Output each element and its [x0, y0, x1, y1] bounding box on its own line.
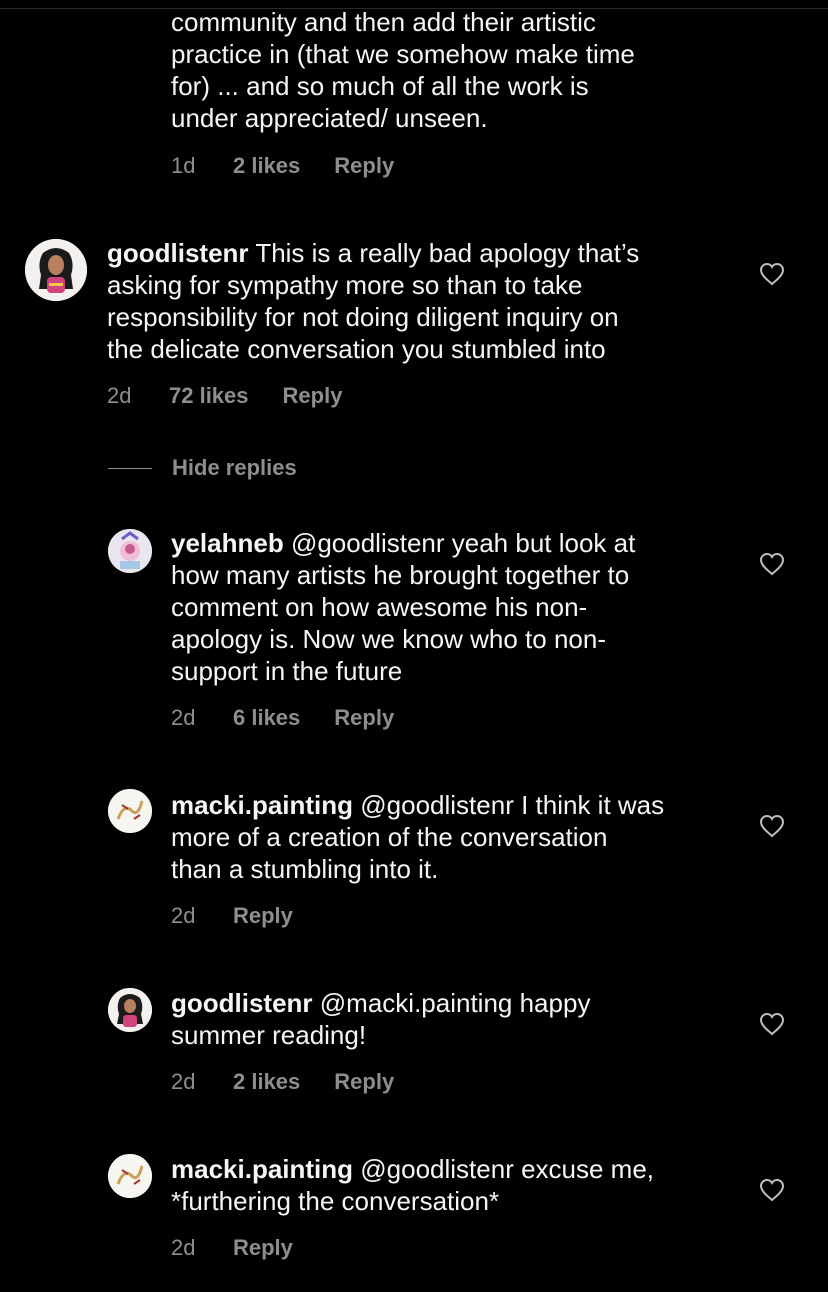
- timestamp: 2d: [171, 705, 196, 730]
- comment-meta: 2d 72 likes Reply: [107, 383, 342, 409]
- comment-text: macki.painting @goodlistenr I think it w…: [171, 790, 665, 884]
- heart-icon: [759, 1178, 785, 1202]
- likes-count[interactable]: 6 likes: [233, 705, 300, 731]
- comment-meta: 2d Reply: [171, 903, 293, 929]
- avatar[interactable]: [108, 529, 152, 573]
- like-button[interactable]: [759, 552, 785, 576]
- comment-meta: 1d 2 likes Reply: [171, 153, 394, 179]
- profile-avatar-icon: [108, 1154, 152, 1198]
- hide-replies-button[interactable]: Hide replies: [108, 454, 297, 482]
- reply-yelahneb: yelahneb @goodlistenr yeah but look at h…: [171, 527, 751, 687]
- username[interactable]: goodlistenr: [171, 988, 313, 1018]
- timestamp: 2d: [107, 383, 132, 408]
- username[interactable]: goodlistenr: [107, 238, 249, 268]
- comment-goodlistenr: goodlistenr This is a really bad apology…: [107, 237, 727, 365]
- timestamp: 2d: [171, 1069, 196, 1094]
- like-button[interactable]: [759, 814, 785, 838]
- reply-button[interactable]: Reply: [283, 383, 343, 409]
- heart-icon: [759, 262, 785, 286]
- reply-button[interactable]: Reply: [233, 903, 293, 929]
- comment-top: community and then add their artistic pr…: [171, 6, 771, 134]
- timestamp: 1d: [171, 153, 196, 178]
- like-button[interactable]: [759, 262, 785, 286]
- reply-button[interactable]: Reply: [334, 705, 394, 731]
- avatar[interactable]: [25, 239, 87, 301]
- reply-button[interactable]: Reply: [334, 153, 394, 179]
- avatar[interactable]: [108, 789, 152, 833]
- comment-meta: 2d 2 likes Reply: [171, 1069, 394, 1095]
- profile-avatar-icon: [25, 239, 87, 301]
- heart-icon: [759, 1012, 785, 1036]
- likes-count[interactable]: 2 likes: [233, 153, 300, 179]
- reply-button[interactable]: Reply: [334, 1069, 394, 1095]
- heart-icon: [759, 814, 785, 838]
- reply-macki-painting: macki.painting @goodlistenr excuse me, *…: [171, 1153, 751, 1217]
- hide-replies-line: [108, 467, 152, 469]
- comment-meta: 2d Reply: [171, 1235, 293, 1261]
- reply-goodlistenr: goodlistenr @macki.painting happy summer…: [171, 987, 751, 1051]
- comment-text: yelahneb @goodlistenr yeah but look at h…: [171, 528, 636, 686]
- username[interactable]: macki.painting: [171, 790, 353, 820]
- profile-avatar-icon: [108, 789, 152, 833]
- profile-avatar-icon: [108, 529, 152, 573]
- like-button[interactable]: [759, 1012, 785, 1036]
- hide-replies-label: Hide replies: [172, 455, 297, 480]
- profile-avatar-icon: [108, 988, 152, 1032]
- username[interactable]: macki.painting: [171, 1154, 353, 1184]
- likes-count[interactable]: 72 likes: [169, 383, 249, 409]
- username[interactable]: yelahneb: [171, 528, 284, 558]
- comment-text: macki.painting @goodlistenr excuse me, *…: [171, 1154, 655, 1216]
- reply-button[interactable]: Reply: [233, 1235, 293, 1261]
- timestamp: 2d: [171, 1235, 196, 1260]
- reply-macki-painting: macki.painting @goodlistenr I think it w…: [171, 789, 751, 885]
- avatar[interactable]: [108, 1154, 152, 1198]
- comment-meta: 2d 6 likes Reply: [171, 705, 394, 731]
- like-button[interactable]: [759, 1178, 785, 1202]
- timestamp: 2d: [171, 903, 196, 928]
- heart-icon: [759, 552, 785, 576]
- likes-count[interactable]: 2 likes: [233, 1069, 300, 1095]
- comment-text: goodlistenr This is a really bad apology…: [107, 238, 640, 364]
- avatar[interactable]: [108, 988, 152, 1032]
- comment-text: community and then add their artistic pr…: [171, 7, 635, 133]
- comment-text: goodlistenr @macki.painting happy summer…: [171, 988, 591, 1050]
